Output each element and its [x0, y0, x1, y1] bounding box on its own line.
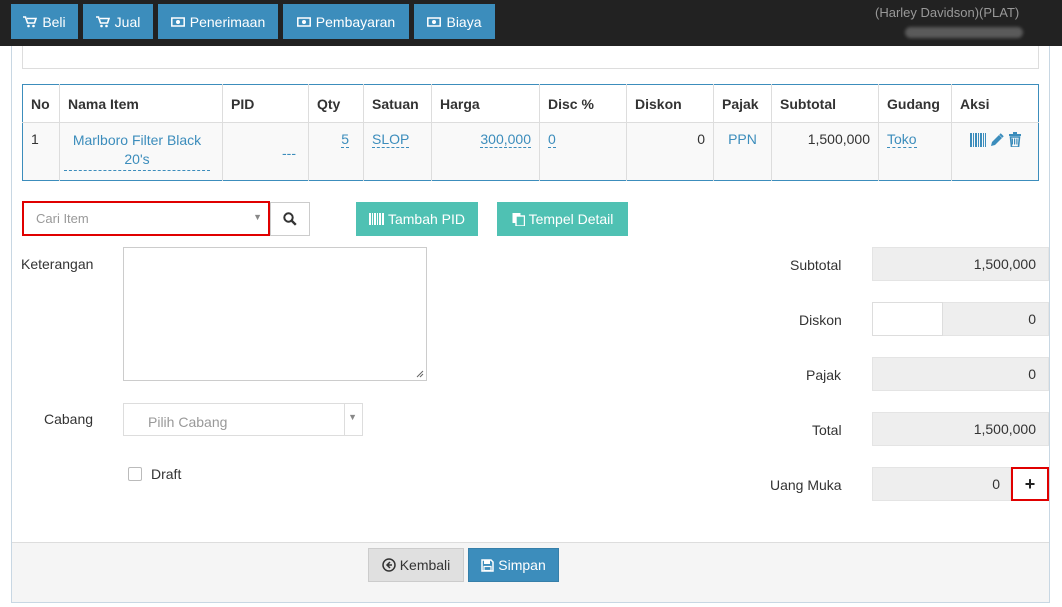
money-icon	[170, 16, 185, 27]
jual-label: Jual	[114, 13, 141, 30]
diskon-label: Diskon	[799, 312, 842, 328]
col-diskon: Diskon	[626, 84, 714, 123]
cell-qty: 5	[308, 122, 364, 181]
top-navbar: Beli Jual Penerimaan Pembayaran Biaya (H…	[0, 0, 1062, 46]
cabang-placeholder: Pilih Cabang	[148, 414, 228, 430]
col-qty: Qty	[308, 84, 364, 123]
plus-icon: +	[1024, 473, 1036, 494]
cabang-select[interactable]: Pilih Cabang ▼	[123, 403, 363, 436]
pid-link[interactable]: ---	[282, 145, 296, 161]
keterangan-textarea[interactable]	[123, 247, 427, 381]
table-row: 1 Marlboro Filter Black 20's --- 5 SLOP …	[22, 122, 1039, 181]
cell-pid: ---	[222, 122, 309, 181]
uang-muka-label: Uang Muka	[770, 477, 842, 493]
item-search-placeholder: Cari Item	[36, 211, 89, 226]
total-label: Total	[812, 422, 842, 438]
uang-muka-field: 0	[872, 467, 1011, 501]
search-icon	[283, 212, 297, 226]
paste-icon	[512, 213, 525, 226]
col-aksi: Aksi	[951, 84, 1039, 123]
tambah-pid-button[interactable]: Tambah PID	[356, 202, 478, 236]
barcode-icon	[368, 213, 384, 225]
beli-button[interactable]: Beli	[11, 4, 78, 39]
col-gudang: Gudang	[878, 84, 952, 123]
draft-checkbox[interactable]	[128, 467, 142, 481]
tambah-pid-label: Tambah PID	[387, 211, 466, 227]
subtotal-field: 1,500,000	[872, 247, 1049, 281]
jual-button[interactable]: Jual	[83, 4, 153, 39]
col-pajak: Pajak	[713, 84, 772, 123]
cell-satuan: SLOP	[363, 122, 432, 181]
save-icon	[481, 558, 495, 572]
cell-nama-item: Marlboro Filter Black 20's	[59, 122, 223, 181]
pencil-icon[interactable]	[990, 133, 1004, 147]
cabang-separator	[344, 404, 345, 435]
items-table: No Nama Item PID Qty Satuan Harga Disc %…	[22, 84, 1039, 181]
cell-gudang: Toko	[878, 122, 952, 181]
qty-link[interactable]: 5	[341, 131, 349, 148]
back-circle-icon	[381, 558, 396, 572]
col-pid: PID	[222, 84, 309, 123]
pajak-field: 0	[872, 357, 1049, 391]
diskon-input[interactable]	[872, 302, 943, 336]
col-nama-item: Nama Item	[59, 84, 223, 123]
simpan-button[interactable]: Simpan	[468, 548, 559, 582]
pajak-label: Pajak	[806, 367, 842, 383]
col-satuan: Satuan	[363, 84, 432, 123]
trash-icon[interactable]	[1008, 132, 1022, 148]
search-button[interactable]	[270, 202, 310, 236]
simpan-label: Simpan	[498, 557, 546, 573]
tempel-detail-label: Tempel Detail	[528, 211, 614, 227]
pembayaran-label: Pembayaran	[315, 13, 396, 30]
barcode-icon[interactable]	[970, 133, 986, 147]
col-no: No	[22, 84, 60, 123]
biaya-label: Biaya	[446, 13, 482, 30]
kembali-button[interactable]: Kembali	[368, 548, 464, 582]
total-field: 1,500,000	[872, 412, 1049, 446]
cell-aksi	[951, 122, 1039, 181]
cart-icon	[95, 15, 110, 27]
keterangan-label: Keterangan	[21, 256, 94, 272]
money-icon	[296, 16, 311, 27]
cart-icon	[23, 15, 38, 27]
item-search-select[interactable]: Cari Item ▼	[22, 201, 270, 236]
caret-down-icon: ▼	[348, 412, 357, 422]
penerimaan-label: Penerimaan	[189, 13, 266, 30]
item-name-link[interactable]: Marlboro Filter Black 20's	[64, 131, 210, 171]
disc-link[interactable]: 0	[548, 131, 556, 148]
penerimaan-button[interactable]: Penerimaan	[158, 4, 278, 39]
col-subtotal: Subtotal	[771, 84, 879, 123]
user-detail-redacted	[905, 27, 1023, 38]
pajak-link[interactable]: PPN	[728, 131, 757, 147]
col-harga: Harga	[431, 84, 540, 123]
header-box	[22, 46, 1039, 69]
table-header-row: No Nama Item PID Qty Satuan Harga Disc %…	[22, 84, 1039, 123]
resize-handle-icon[interactable]	[416, 370, 424, 378]
cell-no: 1	[22, 122, 60, 181]
cell-subtotal: 1,500,000	[771, 122, 879, 181]
user-name: (Harley Davidson)(PLAT)	[875, 5, 1020, 20]
cell-diskon: 0	[626, 122, 714, 181]
caret-down-icon: ▼	[253, 212, 262, 222]
draft-label: Draft	[151, 466, 182, 482]
satuan-link[interactable]: SLOP	[372, 131, 410, 148]
cell-pajak: PPN	[713, 122, 772, 181]
beli-label: Beli	[42, 13, 66, 30]
pembayaran-button[interactable]: Pembayaran	[283, 4, 409, 39]
subtotal-label: Subtotal	[790, 257, 842, 273]
cabang-label: Cabang	[44, 411, 94, 427]
add-uang-muka-button[interactable]: +	[1011, 467, 1049, 501]
money-icon	[427, 16, 442, 27]
biaya-button[interactable]: Biaya	[414, 4, 495, 39]
tempel-detail-button[interactable]: Tempel Detail	[497, 202, 628, 236]
harga-link[interactable]: 300,000	[480, 131, 531, 148]
cell-harga: 300,000	[431, 122, 540, 181]
gudang-link[interactable]: Toko	[887, 131, 917, 148]
kembali-label: Kembali	[399, 557, 451, 573]
cell-disc: 0	[539, 122, 627, 181]
col-disc: Disc %	[539, 84, 627, 123]
